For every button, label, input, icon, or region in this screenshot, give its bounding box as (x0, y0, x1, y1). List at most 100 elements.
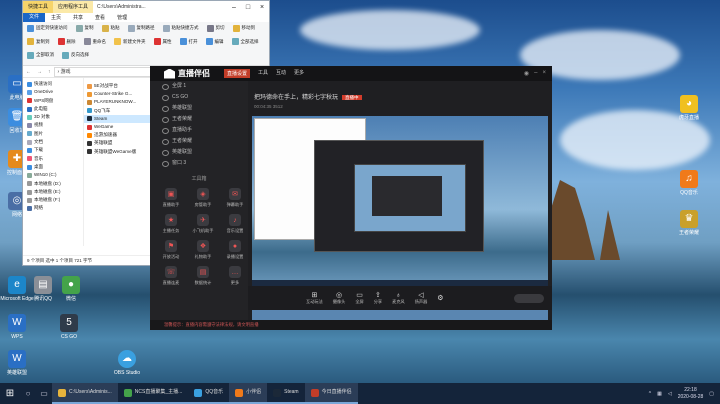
taskbar-item[interactable]: QQ音乐 (188, 383, 230, 404)
tab-home[interactable]: 主页 (45, 14, 67, 21)
tool-item[interactable]: … 更多 (220, 266, 250, 286)
tool-item[interactable]: ● 录播设置 (220, 240, 250, 260)
taskbar-item[interactable]: C:\Users\Adminis... (52, 383, 118, 404)
up-icon[interactable]: ↑ (45, 69, 54, 75)
scene-item[interactable]: 直播助手 (150, 125, 248, 136)
nav-item[interactable]: 视频 (23, 121, 83, 129)
minimize-icon[interactable]: – (534, 70, 537, 77)
start-stream-button[interactable] (514, 293, 544, 303)
context-tab-app-tools[interactable]: 应用程序工具 (53, 1, 94, 13)
scene-item[interactable]: 王者荣耀 (150, 136, 248, 147)
tab-more[interactable]: 更多 (294, 69, 304, 78)
nav-item[interactable]: 本地磁盘 (E:) (23, 188, 83, 196)
tab-view[interactable]: 查看 (89, 14, 111, 21)
open-button[interactable]: 打开 (179, 38, 198, 46)
taskbar-item[interactable]: NCS直播聚集_主播... (117, 383, 189, 404)
edit-button[interactable]: 编辑 (205, 38, 224, 46)
nav-item[interactable]: WPS网盘 (23, 97, 83, 105)
nav-item[interactable]: 图片 (23, 130, 83, 138)
tab-live-settings[interactable]: 直播设置 (224, 69, 251, 78)
streaming-app-window[interactable]: 直播伴侣 直播设置 工具 互动 更多 ◉ – × 全屏 1 CS GO 英雄联盟… (150, 66, 552, 330)
scene-item[interactable]: 窗口 3 (150, 158, 248, 169)
desktop-icon[interactable]: ♛ 王者荣耀 (672, 210, 706, 236)
paste-shortcut-button[interactable]: 粘贴快捷方式 (162, 24, 199, 32)
taskbar-item[interactable]: 今日直播伴侣 (304, 383, 358, 404)
close-icon[interactable]: × (542, 70, 546, 77)
taskbar-item[interactable]: 小伴侣 (229, 383, 268, 404)
tool-item[interactable]: ▤ 数据统计 (188, 266, 218, 286)
select-none-button[interactable]: 全部取消 (27, 51, 54, 59)
nav-item[interactable]: 音乐 (23, 155, 83, 163)
desktop-icon[interactable]: ☁ OBS Studio (110, 350, 144, 376)
tool-item[interactable]: ◈ 房管助手 (188, 188, 218, 208)
taskbar-item[interactable]: Steam (267, 383, 305, 404)
nav-item[interactable]: 3D 对象 (23, 113, 83, 121)
desktop-icon[interactable]: ◕ 虎牙直播 (672, 95, 706, 121)
select-all-button[interactable]: 全部选择 (231, 38, 259, 46)
tab-file[interactable]: 文件 (23, 13, 46, 22)
share-button[interactable]: ⇪ 分享 (374, 291, 382, 305)
back-icon[interactable]: ← (23, 69, 34, 75)
tool-item[interactable]: ✈ 小飞机助手 (188, 214, 218, 234)
desktop-icon[interactable]: ● 微信 (54, 276, 88, 302)
tool-item[interactable]: ☏ 直播连麦 (156, 266, 186, 286)
fullscreen-button[interactable]: ▭ 全屏 (355, 291, 363, 305)
nav-item[interactable]: 本地磁盘 (D:) (23, 180, 83, 188)
tool-item[interactable]: ❖ 礼物助手 (188, 240, 218, 260)
paste-button[interactable]: 粘贴 (101, 24, 120, 32)
tool-item[interactable]: ▣ 直播助手 (156, 188, 186, 208)
desktop-icon[interactable]: W 英雄联盟 (0, 350, 34, 376)
close-icon[interactable]: × (255, 4, 269, 11)
tool-item[interactable]: ★ 主播任务 (156, 214, 186, 234)
camera-button[interactable]: ◎ 摄像头 (333, 291, 346, 305)
tool-item[interactable]: ♪ 音乐设置 (220, 214, 250, 234)
volume-icon[interactable]: ◁ (668, 391, 672, 397)
avatar[interactable]: ◉ (524, 70, 529, 77)
nav-item[interactable]: 桌面 (23, 163, 83, 171)
desktop-icon[interactable]: W WPS (0, 314, 34, 340)
properties-button[interactable]: 属性 (153, 38, 172, 46)
nav-item[interactable]: WIN10 (C:) (23, 171, 83, 179)
interactive-button[interactable]: ⊞ 互动玩法 (306, 291, 323, 305)
nav-item[interactable]: 快速访问 (23, 80, 83, 88)
chevron-up-icon[interactable]: ^ (649, 391, 651, 397)
task-view-icon[interactable]: ▭ (36, 389, 52, 398)
scene-item[interactable]: 英雄联盟 (150, 103, 248, 114)
tool-item[interactable]: ✉ 弹幕助手 (220, 188, 250, 208)
rename-button[interactable]: 重命名 (83, 38, 106, 46)
cut-button[interactable]: 剪切 (206, 24, 225, 32)
tab-share[interactable]: 共享 (67, 14, 89, 21)
nav-item[interactable]: 文档 (23, 138, 83, 146)
desktop-icon[interactable]: 5 CS GO (52, 314, 86, 340)
copy-button[interactable]: 复制 (75, 24, 94, 32)
move-to-button[interactable]: 移动到 (232, 24, 255, 32)
microphone-button[interactable]: ♁ 麦克风 (392, 292, 405, 305)
forward-icon[interactable]: → (34, 69, 45, 75)
copy-path-button[interactable]: 复制路径 (127, 24, 155, 32)
explorer-titlebar[interactable]: 快捷工具 应用程序工具 C:\Users\Administra... – □ × (23, 1, 269, 13)
scene-item[interactable]: 英雄联盟 (150, 147, 248, 158)
tool-item[interactable]: ⚑ 开放活动 (156, 240, 186, 260)
scene-item[interactable]: 王者荣耀 (150, 114, 248, 125)
copy-to-button[interactable]: 复制到 (27, 38, 50, 46)
nav-item[interactable]: 此电脑 (23, 105, 83, 113)
windows-start-icon[interactable]: ⊞ (0, 388, 20, 399)
network-icon[interactable]: ▦ (657, 391, 662, 397)
scene-item[interactable]: 全屏 1 (150, 81, 248, 92)
settings-button[interactable]: ⚙ (437, 294, 443, 302)
nav-item[interactable]: OneDrive (23, 88, 83, 96)
invert-selection-button[interactable]: 反向选择 (62, 51, 89, 59)
speaker-button[interactable]: ◁ 扬声器 (415, 291, 428, 305)
notification-icon[interactable]: ▢ (709, 391, 714, 397)
desktop-icon[interactable]: ♫ QQ音乐 (672, 170, 706, 196)
tab-tools[interactable]: 工具 (258, 69, 268, 78)
scene-item[interactable]: CS GO (150, 92, 248, 103)
tab-manage[interactable]: 管理 (111, 14, 133, 21)
minimize-icon[interactable]: – (227, 4, 241, 11)
maximize-icon[interactable]: □ (241, 4, 255, 11)
pin-button[interactable]: 固定到快速访问 (27, 24, 68, 32)
search-icon[interactable]: ○ (20, 389, 36, 398)
tab-interact[interactable]: 互动 (276, 69, 286, 78)
context-tab-shortcut-tools[interactable]: 快捷工具 (23, 1, 54, 13)
delete-button[interactable]: 删除 (57, 38, 76, 46)
